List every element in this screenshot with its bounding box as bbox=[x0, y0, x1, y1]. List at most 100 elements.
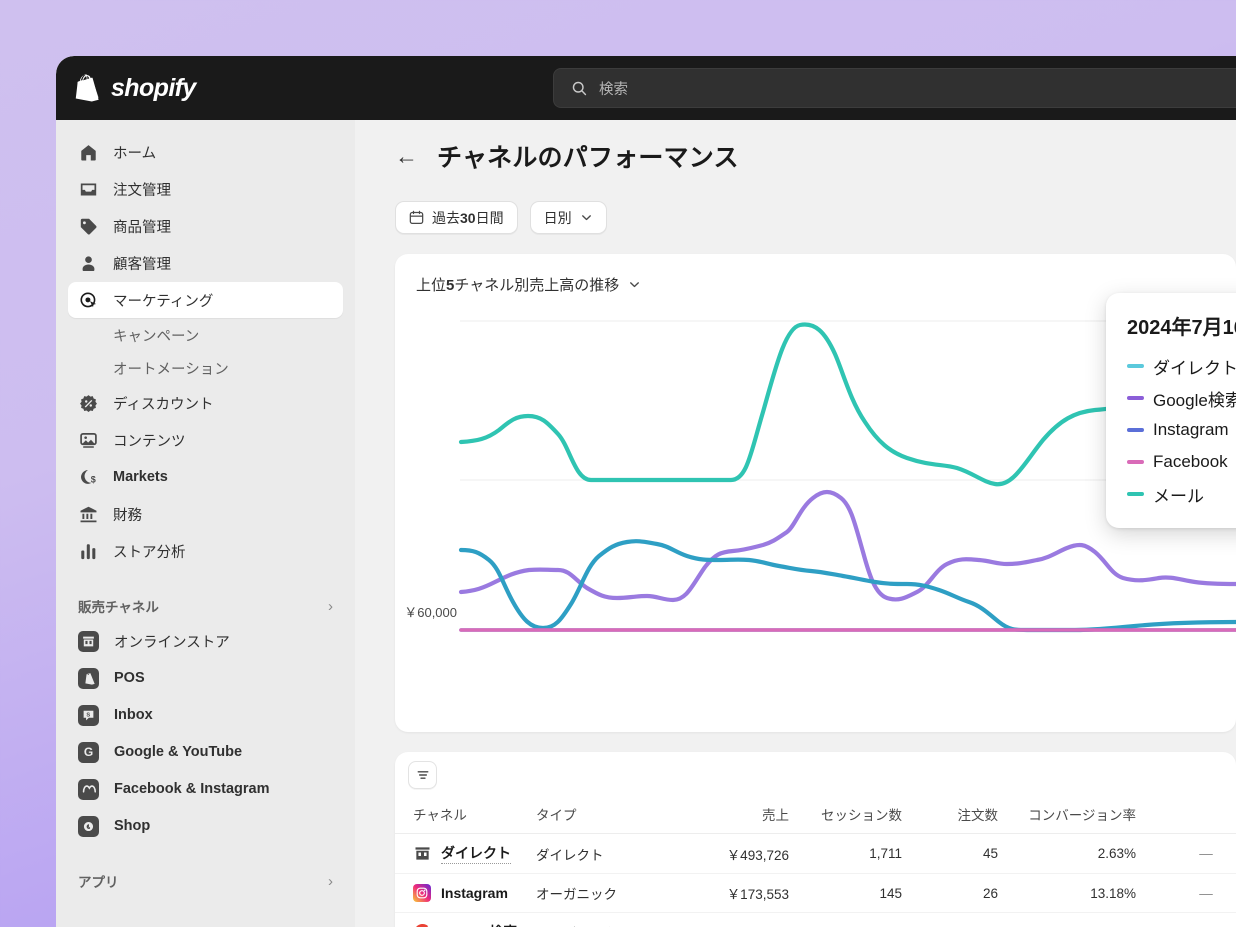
marketing-target-icon bbox=[78, 290, 98, 310]
tooltip-swatch bbox=[1127, 492, 1144, 496]
sidebar-item-facebook-instagram[interactable]: Facebook & Instagram bbox=[68, 771, 343, 807]
main-content: ← チャネルのパフォーマンス 過去30日間 日別 上位5チャネル別売上高の推移 … bbox=[355, 120, 1236, 927]
sidebar-item-shop[interactable]: Shop bbox=[68, 808, 343, 844]
svg-text:S: S bbox=[86, 712, 90, 718]
table-row[interactable]: Google検索 オーガニック ￥303,976 1,649 18 1.58% … bbox=[395, 912, 1236, 927]
sidebar-item-customers[interactable]: 顧客管理 bbox=[68, 245, 343, 281]
calendar-icon bbox=[409, 210, 424, 224]
y-axis-tick: ￥60,000 bbox=[404, 605, 457, 620]
sidebar-item-label: ホーム bbox=[113, 145, 157, 162]
sidebar: ホーム 注文管理 商品管理 顧客管理 マーケティング キャンペーン オートメーシ… bbox=[56, 120, 355, 927]
tooltip-swatch bbox=[1127, 396, 1144, 400]
section-title: 販売チャネル bbox=[78, 600, 159, 615]
sidebar-item-home[interactable]: ホーム bbox=[68, 134, 343, 170]
tooltip-date: 2024年7月16日 bbox=[1127, 317, 1236, 339]
top-bar: shopify 検索 bbox=[56, 56, 1236, 120]
tag-icon bbox=[78, 216, 98, 236]
sidebar-subitem-campaigns[interactable]: キャンペーン bbox=[68, 319, 343, 352]
sidebar-subitem-automations[interactable]: オートメーション bbox=[68, 352, 343, 385]
sidebar-section-apps[interactable]: アプリ › bbox=[68, 864, 343, 898]
cell-type: ダイレクト bbox=[536, 833, 681, 874]
grouping-label: 日別 bbox=[543, 209, 572, 226]
analytics-bars-icon bbox=[78, 541, 98, 561]
cell-trend: — bbox=[1176, 833, 1236, 874]
sidebar-section-sales-channels[interactable]: 販売チャネル › bbox=[68, 589, 343, 623]
sidebar-item-google-youtube[interactable]: G Google & YouTube bbox=[68, 734, 343, 770]
channel-table-card: チャネル タイプ 売上 セッション数 注文数 コンバージョン率 ダイレクト ダイ… bbox=[395, 752, 1236, 927]
cell-trend: — bbox=[1176, 873, 1236, 913]
sidebar-item-label: Inbox bbox=[114, 707, 153, 723]
tooltip-series-name: Instagram bbox=[1153, 420, 1229, 439]
filter-bar: 過去30日間 日別 bbox=[395, 201, 1236, 234]
column-header-orders[interactable]: 注文数 bbox=[926, 798, 1016, 834]
cell-revenue: ￥493,726 bbox=[681, 833, 811, 874]
column-header-channel[interactable]: チャネル bbox=[395, 798, 536, 834]
sidebar-item-content[interactable]: コンテンツ bbox=[68, 422, 343, 458]
chart-tooltip: 2024年7月16日 ダイレクト ￥6,447 Google検索 ￥30,046… bbox=[1106, 293, 1236, 528]
chevron-right-icon: › bbox=[328, 872, 333, 890]
cell-orders: 18 bbox=[926, 912, 1016, 927]
pos-icon bbox=[78, 667, 99, 689]
online-store-icon bbox=[78, 630, 99, 652]
content-image-icon bbox=[78, 430, 98, 450]
tooltip-row: ダイレクト ￥6,447 bbox=[1127, 350, 1236, 382]
tooltip-series-name: ダイレクト bbox=[1153, 358, 1236, 378]
tooltip-swatch bbox=[1127, 364, 1144, 368]
channel-name: Instagram bbox=[441, 885, 508, 901]
channel-table: チャネル タイプ 売上 セッション数 注文数 コンバージョン率 ダイレクト ダイ… bbox=[395, 798, 1236, 927]
chart-metric-select[interactable]: 上位5チャネル別売上高の推移 bbox=[395, 254, 1236, 295]
table-row[interactable]: ダイレクト ダイレクト ￥493,726 1,711 45 2.63% — bbox=[395, 833, 1236, 874]
sidebar-item-orders[interactable]: 注文管理 bbox=[68, 171, 343, 207]
back-arrow-icon[interactable]: ← bbox=[395, 144, 418, 168]
sidebar-item-online-store[interactable]: オンラインストア bbox=[68, 623, 343, 659]
column-header-sessions[interactable]: セッション数 bbox=[811, 798, 926, 834]
filter-button[interactable] bbox=[408, 761, 437, 789]
search-icon bbox=[572, 81, 587, 95]
sidebar-subitem-label: オートメーション bbox=[113, 362, 229, 378]
table-row[interactable]: Instagram オーガニック ￥173,553 145 26 13.18% … bbox=[395, 873, 1236, 913]
sidebar-item-finance[interactable]: 財務 bbox=[68, 496, 343, 532]
chevron-down-icon bbox=[581, 215, 591, 221]
sidebar-item-products[interactable]: 商品管理 bbox=[68, 208, 343, 244]
meta-icon bbox=[78, 778, 99, 800]
shopify-logo[interactable]: shopify bbox=[56, 74, 355, 103]
store-front-icon bbox=[413, 845, 431, 863]
person-icon bbox=[78, 253, 98, 273]
finance-bank-icon bbox=[78, 504, 98, 524]
cell-revenue: ￥173,553 bbox=[681, 873, 811, 913]
tooltip-swatch bbox=[1127, 460, 1144, 464]
column-header-conversion[interactable]: コンバージョン率 bbox=[1016, 798, 1176, 834]
sidebar-item-inbox[interactable]: S Inbox bbox=[68, 697, 343, 733]
inbox-icon: S bbox=[78, 704, 99, 726]
tooltip-series-name: Facebook bbox=[1153, 452, 1228, 471]
date-range-button[interactable]: 過去30日間 bbox=[395, 201, 518, 234]
column-header-type[interactable]: タイプ bbox=[536, 798, 681, 834]
google-youtube-icon: G bbox=[78, 741, 99, 763]
sidebar-item-label: Shop bbox=[114, 818, 151, 834]
instagram-icon bbox=[413, 884, 431, 902]
sidebar-item-marketing[interactable]: マーケティング bbox=[68, 282, 343, 318]
tooltip-row: Google検索 ￥30,046 bbox=[1127, 382, 1236, 414]
sidebar-subitem-label: キャンペーン bbox=[113, 329, 200, 345]
sidebar-item-label: 財務 bbox=[113, 507, 142, 524]
cell-conversion: 2.63% bbox=[1016, 833, 1176, 874]
sidebar-item-analytics[interactable]: ストア分析 bbox=[68, 533, 343, 569]
discount-badge-icon bbox=[78, 393, 98, 413]
google-icon bbox=[413, 923, 431, 927]
table-toolbar bbox=[395, 752, 1236, 798]
tooltip-swatch bbox=[1127, 428, 1144, 432]
page-header: ← チャネルのパフォーマンス bbox=[395, 138, 1236, 174]
sidebar-item-discounts[interactable]: ディスカウント bbox=[68, 385, 343, 421]
channel-name: ダイレクト bbox=[441, 843, 511, 864]
shopify-admin-window: shopify 検索 ホーム 注文管理 商品管理 顧客管理 マーケティング キャ… bbox=[56, 56, 1236, 927]
search-input[interactable]: 検索 bbox=[553, 68, 1236, 108]
column-header-revenue[interactable]: 売上 bbox=[681, 798, 811, 834]
sidebar-item-label: ディスカウント bbox=[113, 396, 214, 413]
cell-revenue: ￥303,976 bbox=[681, 912, 811, 927]
shop-icon bbox=[78, 815, 99, 837]
sidebar-item-label: 商品管理 bbox=[113, 219, 171, 236]
cell-orders: 26 bbox=[926, 873, 1016, 913]
sidebar-item-pos[interactable]: POS bbox=[68, 660, 343, 696]
sidebar-item-markets[interactable]: $ Markets bbox=[68, 459, 343, 495]
grouping-select[interactable]: 日別 bbox=[529, 201, 607, 234]
